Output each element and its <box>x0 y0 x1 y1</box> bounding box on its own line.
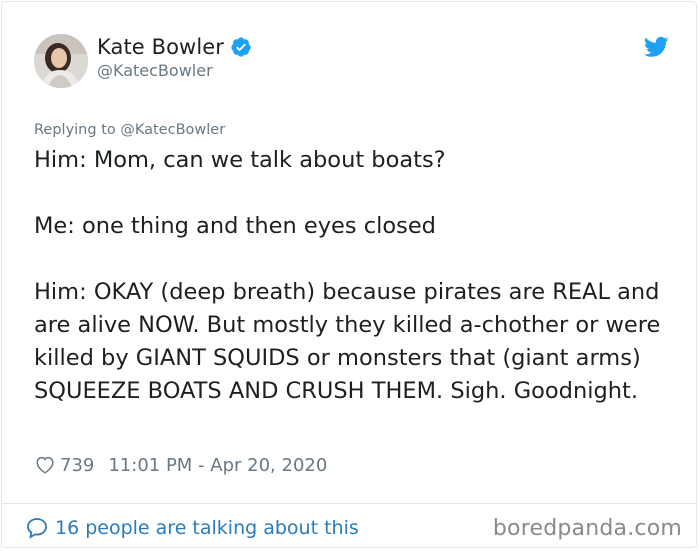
tweet-timestamp[interactable]: 11:01 PM - Apr 20, 2020 <box>108 455 327 476</box>
verified-badge-icon <box>230 36 252 58</box>
twitter-bird-icon[interactable] <box>643 36 669 58</box>
tweet-meta: 739 11:01 PM - Apr 20, 2020 <box>34 452 327 478</box>
divider <box>2 503 696 504</box>
tweet-text: Him: Mom, can we talk about boats? Me: o… <box>34 147 661 404</box>
like-count[interactable]: 739 <box>60 455 94 476</box>
conversation-link[interactable]: 16 people are talking about this <box>25 515 359 541</box>
heart-icon[interactable] <box>34 454 56 476</box>
author-handle[interactable]: @KatecBowler <box>97 61 213 80</box>
watermark: boredpanda.com <box>492 516 682 541</box>
talking-count-label[interactable]: 16 people are talking about this <box>55 517 359 539</box>
tweet-card: Kate Bowler @KatecBowler Replying to @Ka… <box>1 1 697 548</box>
speech-bubble-icon <box>25 516 49 540</box>
avatar[interactable] <box>34 34 88 88</box>
replying-to-label[interactable]: Replying to @KatecBowler <box>34 122 225 138</box>
author-name-row[interactable]: Kate Bowler <box>97 34 252 60</box>
avatar-image <box>34 34 88 88</box>
author-display-name[interactable]: Kate Bowler <box>97 35 224 59</box>
